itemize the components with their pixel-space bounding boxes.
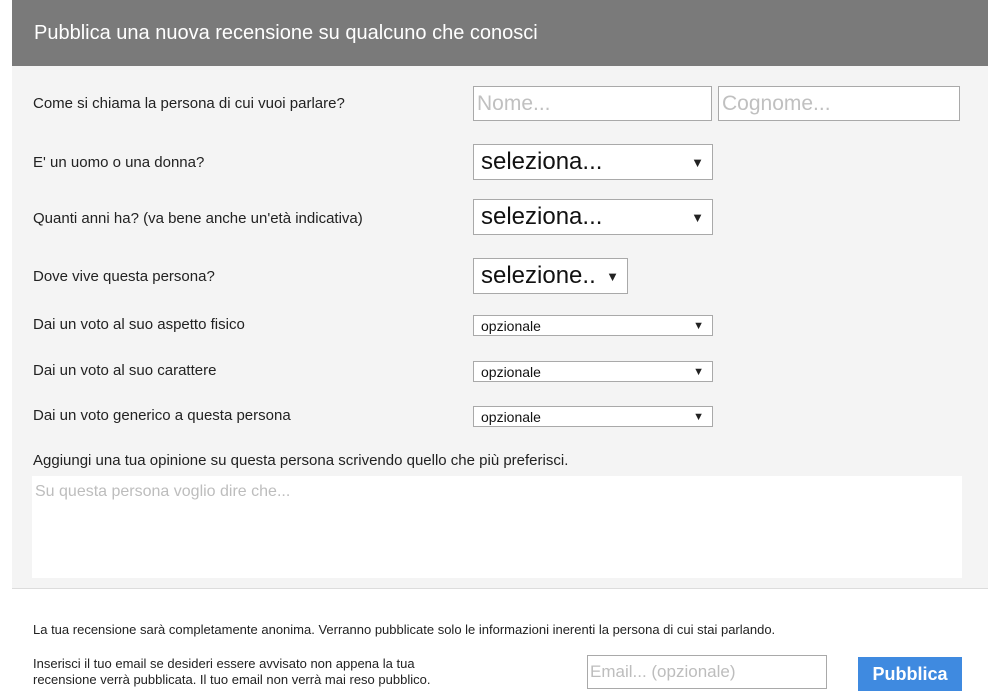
- character-rating-label: Dai un voto al suo carattere: [33, 362, 217, 379]
- chevron-down-icon: ▼: [693, 365, 704, 378]
- email-note-line2: recensione verrà pubblicata. Il tuo emai…: [33, 672, 431, 687]
- email-note-line1: Inserisci il tuo email se desideri esser…: [33, 656, 415, 671]
- opinion-textarea[interactable]: [32, 476, 962, 578]
- general-rating-label: Dai un voto generico a questa persona: [33, 407, 291, 424]
- age-select[interactable]: seleziona... ▼: [473, 199, 713, 235]
- chevron-down-icon: ▼: [691, 154, 704, 170]
- location-label: Dove vive questa persona?: [33, 268, 215, 285]
- page-header: Pubblica una nuova recensione su qualcun…: [12, 0, 988, 66]
- location-select[interactable]: selezione.. ▼: [473, 258, 628, 294]
- last-name-input[interactable]: [718, 86, 960, 121]
- physical-rating-label: Dai un voto al suo aspetto fisico: [33, 316, 245, 333]
- character-rating-value: opzionale: [481, 363, 541, 380]
- general-rating-select[interactable]: opzionale ▼: [473, 406, 713, 427]
- location-select-value: selezione..: [481, 262, 596, 289]
- character-rating-select[interactable]: opzionale ▼: [473, 361, 713, 382]
- divider: [12, 588, 988, 589]
- gender-label: E' un uomo o una donna?: [33, 154, 205, 171]
- general-rating-value: opzionale: [481, 408, 541, 425]
- page-title: Pubblica una nuova recensione su qualcun…: [34, 21, 538, 44]
- name-label: Come si chiama la persona di cui vuoi pa…: [33, 95, 345, 112]
- chevron-down-icon: ▼: [606, 268, 619, 284]
- opinion-label: Aggiungi una tua opinione su questa pers…: [33, 452, 569, 469]
- chevron-down-icon: ▼: [693, 410, 704, 423]
- age-select-value: seleziona...: [481, 203, 603, 230]
- chevron-down-icon: ▼: [693, 319, 704, 332]
- physical-rating-value: opzionale: [481, 317, 541, 334]
- gender-select[interactable]: seleziona... ▼: [473, 144, 713, 180]
- first-name-input[interactable]: [473, 86, 712, 121]
- anonymous-note: La tua recensione sarà completamente ano…: [33, 622, 776, 637]
- physical-rating-select[interactable]: opzionale ▼: [473, 315, 713, 336]
- chevron-down-icon: ▼: [691, 209, 704, 225]
- gender-select-value: seleziona...: [481, 148, 603, 175]
- email-input[interactable]: [587, 655, 827, 689]
- publish-button[interactable]: Pubblica: [858, 657, 962, 691]
- age-label: Quanti anni ha? (va bene anche un'età in…: [33, 210, 363, 227]
